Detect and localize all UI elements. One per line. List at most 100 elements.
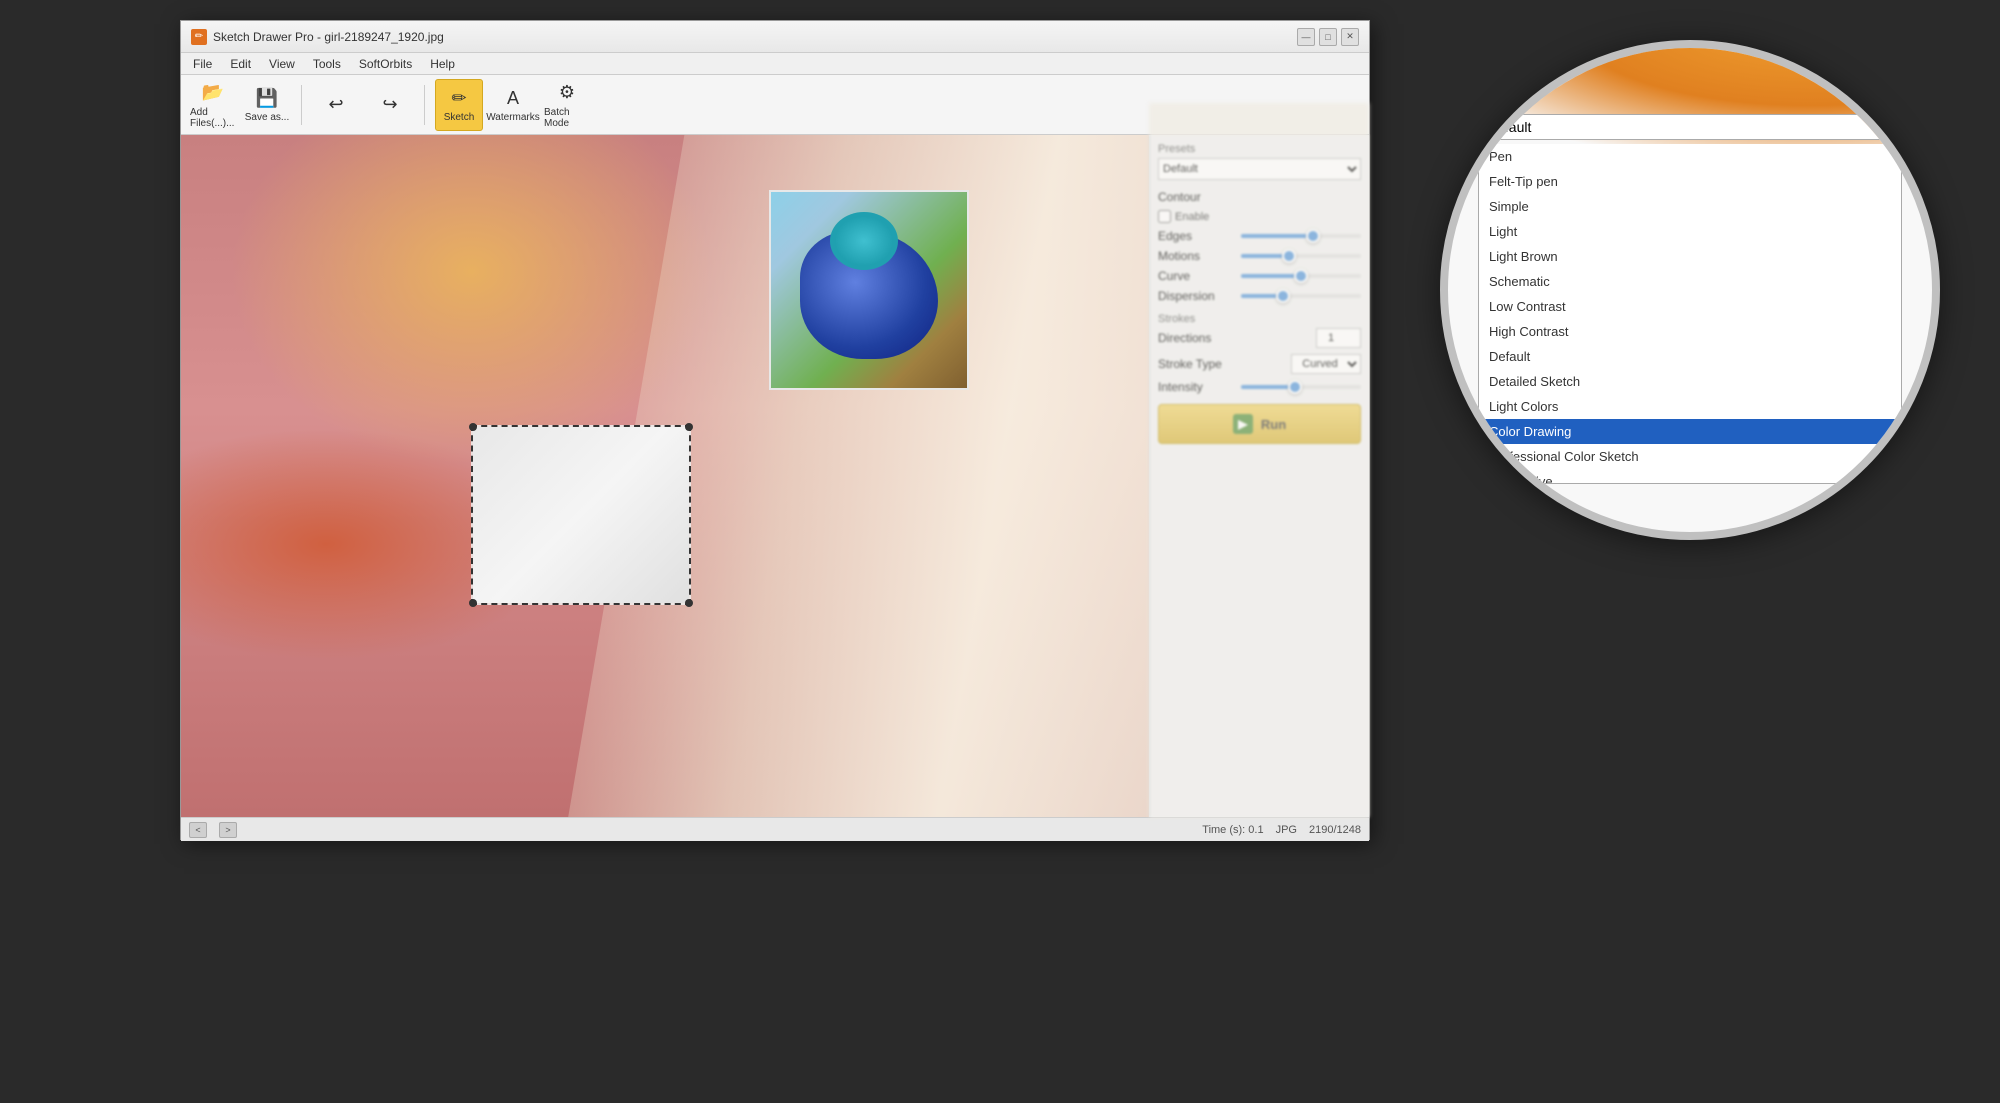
preset-high-contrast[interactable]: High Contrast xyxy=(1479,319,1901,344)
enable-checkbox-label: Enable xyxy=(1158,210,1209,223)
handle-bottom-right[interactable] xyxy=(685,599,693,607)
directions-row: Directions xyxy=(1158,328,1361,348)
handle-top-left[interactable] xyxy=(469,423,477,431)
presets-dropdown-list: Pen Felt-Tip pen Simple Light Light Brow… xyxy=(1478,144,1902,484)
dropdown-current-value: Default xyxy=(1487,119,1531,135)
handle-bottom-left[interactable] xyxy=(469,599,477,607)
motions-label: Motions xyxy=(1158,249,1200,263)
enable-checkbox[interactable] xyxy=(1158,210,1171,223)
directions-input[interactable] xyxy=(1316,328,1361,348)
preset-professional-color-sketch[interactable]: Professional Color Sketch xyxy=(1479,444,1901,469)
magnifier-presets-label: Presets xyxy=(1482,88,1902,106)
preset-simple[interactable]: Simple xyxy=(1479,194,1901,219)
motions-slider[interactable] xyxy=(1241,254,1361,258)
close-button[interactable]: ✕ xyxy=(1341,28,1359,46)
presets-section: Presets Default xyxy=(1158,143,1361,180)
controls-section: Contour Enable Edges Motions xyxy=(1158,190,1361,303)
dropdown-arrow-icon: ▼ xyxy=(1881,120,1893,134)
motions-row: Motions xyxy=(1158,249,1361,263)
redo-icon: ↪ xyxy=(378,93,402,117)
menu-edit[interactable]: Edit xyxy=(222,55,259,73)
intensity-label: Intensity xyxy=(1158,380,1203,394)
edges-label: Edges xyxy=(1158,229,1192,243)
undo-icon: ↩ xyxy=(324,93,348,117)
sketch-selection-box[interactable] xyxy=(471,425,691,605)
preset-color-drawing[interactable]: Color Drawing xyxy=(1479,419,1901,444)
folder-icon: 📂 xyxy=(201,81,225,105)
menu-view[interactable]: View xyxy=(261,55,303,73)
edges-slider[interactable] xyxy=(1241,234,1361,238)
preset-light[interactable]: Light xyxy=(1479,219,1901,244)
curve-label: Curve xyxy=(1158,269,1190,283)
add-files-button[interactable]: 📂 Add Files(...)... xyxy=(189,79,237,131)
menu-softorbits[interactable]: SoftOrbits xyxy=(351,55,420,73)
preset-low-contrast[interactable]: Low Contrast xyxy=(1479,294,1901,319)
intensity-row: Intensity xyxy=(1158,380,1361,394)
preset-light-brown[interactable]: Light Brown xyxy=(1479,244,1901,269)
bird-image xyxy=(769,190,969,390)
directions-label: Directions xyxy=(1158,331,1211,345)
dispersion-label: Dispersion xyxy=(1158,289,1215,303)
watermarks-button[interactable]: A Watermarks xyxy=(489,79,537,131)
sketch-button[interactable]: ✏ Sketch xyxy=(435,79,483,131)
curve-row: Curve xyxy=(1158,269,1361,283)
canvas-image xyxy=(181,135,1149,817)
content-area: Presets Default Contour Enable Edges xyxy=(181,135,1369,817)
toolbar-separator-1 xyxy=(301,85,302,125)
app-icon: ✏ xyxy=(191,29,207,45)
title-bar: ✏ Sketch Drawer Pro - girl-2189247_1920.… xyxy=(181,21,1369,53)
time-status: Time (s): 0.1 xyxy=(1202,824,1263,836)
save-as-button[interactable]: 💾 Save as... xyxy=(243,79,291,131)
stroke-type-row: Stroke Type Curved xyxy=(1158,354,1361,374)
dispersion-row: Dispersion xyxy=(1158,289,1361,303)
batch-icon: ⚙ xyxy=(555,81,579,105)
handle-top-right[interactable] xyxy=(685,423,693,431)
enable-row: Enable xyxy=(1158,210,1361,223)
redo-button[interactable]: ↪ xyxy=(366,79,414,131)
status-bar: < > Time (s): 0.1 JPG 2190/1248 xyxy=(181,817,1369,841)
stroke-type-select[interactable]: Curved xyxy=(1291,354,1361,374)
strokes-section: Strokes Directions Stroke Type Curved In… xyxy=(1158,313,1361,394)
contour-label: Contour xyxy=(1158,190,1201,204)
preset-default[interactable]: Default xyxy=(1479,344,1901,369)
sketch-icon: ✏ xyxy=(447,86,471,110)
menu-tools[interactable]: Tools xyxy=(305,55,349,73)
menu-help[interactable]: Help xyxy=(422,55,463,73)
bird-drawing xyxy=(771,192,967,388)
window-title: Sketch Drawer Pro - girl-2189247_1920.jp… xyxy=(213,30,1297,44)
format-status: JPG xyxy=(1276,824,1297,836)
status-right: Time (s): 0.1 JPG 2190/1248 xyxy=(1202,824,1361,836)
nav-next-button[interactable]: > xyxy=(219,822,237,838)
presets-select[interactable]: Default xyxy=(1158,158,1361,180)
preset-pen[interactable]: Pen xyxy=(1479,144,1901,169)
contour-row: Contour xyxy=(1158,190,1361,204)
intensity-slider[interactable] xyxy=(1241,385,1361,389)
menu-file[interactable]: File xyxy=(185,55,220,73)
dimensions-status: 2190/1248 xyxy=(1309,824,1361,836)
toolbar-separator-2 xyxy=(424,85,425,125)
strokes-label: Strokes xyxy=(1158,313,1361,325)
magnifier-overlay: Presets Default ▼ Pen Felt-Tip pen Simpl… xyxy=(1440,40,1940,540)
magnifier-content: Presets Default ▼ Pen Felt-Tip pen Simpl… xyxy=(1478,88,1902,492)
dispersion-slider[interactable] xyxy=(1241,294,1361,298)
menu-bar: File Edit View Tools SoftOrbits Help xyxy=(181,53,1369,75)
main-window: ✏ Sketch Drawer Pro - girl-2189247_1920.… xyxy=(180,20,1370,840)
presets-dropdown-header[interactable]: Default ▼ xyxy=(1478,114,1902,140)
save-icon: 💾 xyxy=(255,86,279,110)
canvas-area[interactable] xyxy=(181,135,1149,817)
minimize-button[interactable]: — xyxy=(1297,28,1315,46)
batch-mode-button[interactable]: ⚙ Batch Mode xyxy=(543,79,591,131)
preset-light-colors[interactable]: Light Colors xyxy=(1479,394,1901,419)
preset-expressive[interactable]: Expressive xyxy=(1479,469,1901,484)
preset-felt-tip-pen[interactable]: Felt-Tip pen xyxy=(1479,169,1901,194)
run-icon: ▶ xyxy=(1233,414,1253,434)
run-button[interactable]: ▶ Run xyxy=(1158,404,1361,444)
preset-detailed-sketch[interactable]: Detailed Sketch xyxy=(1479,369,1901,394)
preset-schematic[interactable]: Schematic xyxy=(1479,269,1901,294)
nav-prev-button[interactable]: < xyxy=(189,822,207,838)
maximize-button[interactable]: □ xyxy=(1319,28,1337,46)
undo-button[interactable]: ↩ xyxy=(312,79,360,131)
curve-slider[interactable] xyxy=(1241,274,1361,278)
window-controls: — □ ✕ xyxy=(1297,28,1359,46)
stroke-type-label: Stroke Type xyxy=(1158,357,1222,371)
